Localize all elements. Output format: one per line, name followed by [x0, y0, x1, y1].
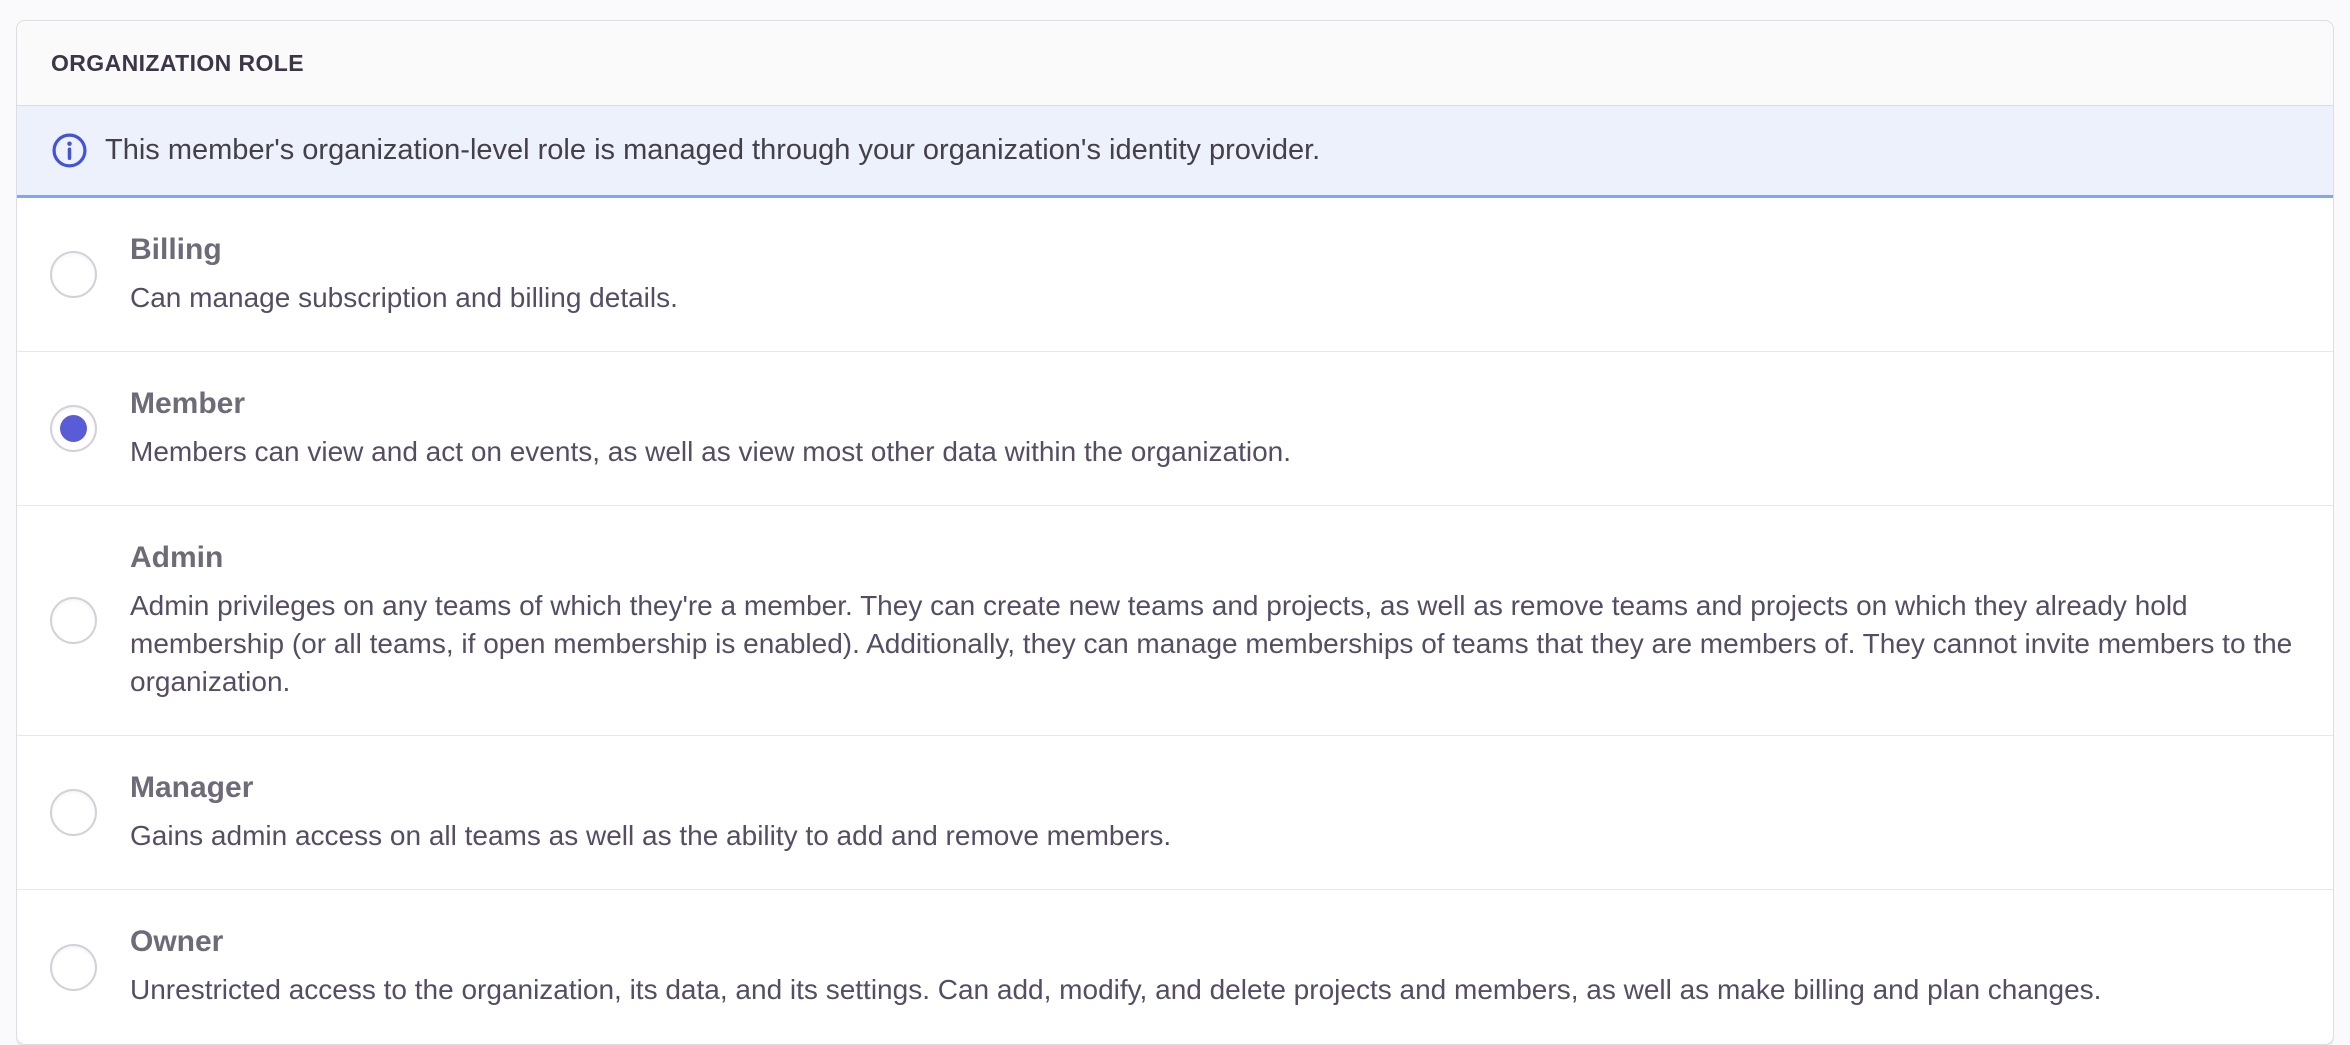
organization-role-panel: ORGANIZATION ROLE This member's organiza…: [16, 20, 2334, 1045]
role-description: Can manage subscription and billing deta…: [130, 279, 2300, 317]
radio-manager[interactable]: [50, 789, 97, 836]
role-text: Admin Admin privileges on any teams of w…: [130, 540, 2300, 701]
role-description: Unrestricted access to the organization,…: [130, 971, 2300, 1009]
role-option-manager[interactable]: Manager Gains admin access on all teams …: [17, 735, 2333, 889]
role-option-owner[interactable]: Owner Unrestricted access to the organiz…: [17, 889, 2333, 1043]
role-description: Members can view and act on events, as w…: [130, 433, 2300, 471]
radio-owner[interactable]: [50, 944, 97, 991]
role-title: Billing: [130, 232, 2300, 268]
radio-admin[interactable]: [50, 597, 97, 644]
role-text: Manager Gains admin access on all teams …: [130, 770, 2300, 855]
alert-text: This member's organization-level role is…: [105, 132, 1320, 170]
role-title: Owner: [130, 924, 2300, 960]
radio-dot: [60, 415, 87, 442]
radio-member[interactable]: [50, 405, 97, 452]
role-text: Owner Unrestricted access to the organiz…: [130, 924, 2300, 1009]
info-icon: [51, 132, 88, 169]
role-option-member[interactable]: Member Members can view and act on event…: [17, 351, 2333, 505]
radio-billing[interactable]: [50, 251, 97, 298]
role-text: Member Members can view and act on event…: [130, 386, 2300, 471]
panel-header: ORGANIZATION ROLE: [17, 21, 2333, 106]
panel-title: ORGANIZATION ROLE: [51, 50, 304, 77]
role-title: Admin: [130, 540, 2300, 576]
idp-managed-alert: This member's organization-level role is…: [17, 106, 2333, 198]
role-title: Manager: [130, 770, 2300, 806]
role-description: Admin privileges on any teams of which t…: [130, 587, 2300, 701]
role-option-billing[interactable]: Billing Can manage subscription and bill…: [17, 198, 2333, 351]
role-title: Member: [130, 386, 2300, 422]
role-option-admin[interactable]: Admin Admin privileges on any teams of w…: [17, 505, 2333, 735]
role-description: Gains admin access on all teams as well …: [130, 817, 2300, 855]
role-text: Billing Can manage subscription and bill…: [130, 232, 2300, 317]
